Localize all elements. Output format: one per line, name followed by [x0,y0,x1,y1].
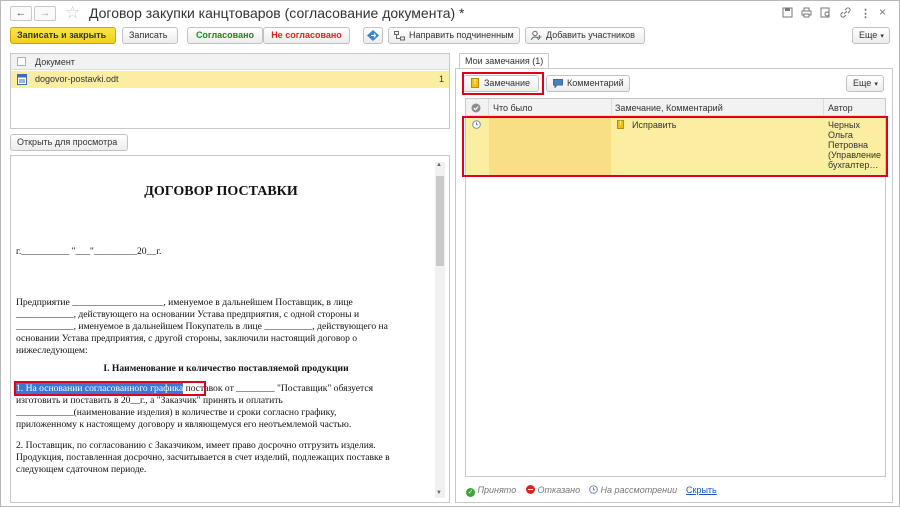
doc-item1-line: приложенному к настоящему договору и явл… [16,419,352,430]
doc-scrollbar[interactable]: ▲ ▼ [435,162,445,498]
legend-accepted: ✓ Принято [466,485,516,497]
save-close-button[interactable]: Записать и закрыть [10,27,116,44]
document-name: dogovor-postavki.odt [35,74,119,84]
legend-review-label: На рассмотрении [600,485,678,495]
column-header-author: Автор [828,103,853,113]
select-all-checkbox[interactable] [17,57,26,66]
remarks-table-header: Что было Замечание, Комментарий Автор [466,99,885,116]
comment-icon [553,79,563,88]
not-approved-button[interactable]: Не согласовано [263,27,350,44]
doc-section-title: I. Наименование и количество поставляемо… [103,363,349,374]
hide-legend-link[interactable]: Скрыть [686,485,717,495]
highlight-frame [14,381,206,396]
scroll-up-icon[interactable]: ▲ [436,162,442,168]
chevron-down-icon: ▾ [880,33,884,40]
remark-button-frame [462,72,544,95]
doc-scrollbar-thumb[interactable] [436,176,444,266]
toolbar: Записать и закрыть Записать Согласовано … [1,27,899,49]
legend-rejected: Отказано [526,485,580,495]
doc-item1-line: изготовить и поставить в 20__г., а "Зака… [16,395,283,406]
scroll-down-icon[interactable]: ▼ [436,490,442,496]
doc-para-line: нижеследующем: [16,345,88,356]
doc-item2-line: 2. Поставщик, по согласованию с Заказчик… [16,440,376,451]
forward-arrow-icon[interactable]: → [34,6,56,21]
remarks-panel: ! Замечание Комментарий Еще ▾ Что было За… [455,68,893,503]
route-arrow-button[interactable] [363,27,383,44]
documents-table-header: Документ [11,54,449,70]
rejected-minus-icon [526,485,535,494]
document-column-header: Документ [35,57,75,67]
close-icon[interactable]: × [879,5,886,19]
title-bar: ← → ☆ Договор закупки канцтоваров (согла… [1,1,899,25]
hierarchy-icon [394,31,405,41]
save-button[interactable]: Записать [122,27,178,44]
remarks-more-button[interactable]: Еще ▾ [846,75,884,92]
doc-item1-line: ____________(наименование изделия) в кол… [16,407,337,418]
column-header-remark: Замечание, Комментарий [615,103,723,113]
column-header-was: Что было [493,103,533,113]
document-file-icon [17,74,27,85]
preview-icon[interactable] [820,7,831,21]
remarks-more-label: Еще [853,78,872,88]
back-arrow-icon[interactable]: ← [10,6,32,21]
save-icon[interactable] [782,7,793,21]
doc-para-line: ____________, действующего на основании … [16,309,360,320]
window: ← → ☆ Договор закупки канцтоваров (согла… [0,0,900,507]
legend-accepted-label: Принято [477,485,517,495]
accepted-check-icon: ✓ [466,488,475,497]
documents-table: Документ dogovor-postavki.odt 1 [10,53,450,129]
add-participants-button[interactable]: Добавить участников [525,27,645,44]
doc-title: ДОГОВОР ПОСТАВКИ [144,184,298,199]
add-participants-label: Добавить участников [546,30,635,40]
document-preview: ДОГОВОР ПОСТАВКИ г.__________ "___"_____… [10,155,450,503]
doc-para-line: основании Устава предприятия, с другой с… [16,333,358,344]
more-button[interactable]: Еще ▾ [852,27,890,44]
doc-item1-rest: поставок от ________ "Поставщик" обязует… [183,383,374,394]
diamond-arrow-icon [367,30,379,41]
clock-icon [589,485,598,494]
add-comment-label: Комментарий [567,78,624,88]
legend-review: На рассмотрении [589,485,677,495]
doc-item2-line: следующем сдаточном периоде. [16,464,147,475]
approved-button[interactable]: Согласовано [187,27,263,44]
doc-date-line: г.__________ "___"_________20__г. [16,246,162,257]
doc-para-line: Предприятие ___________________, именуем… [16,297,353,308]
status-check-icon [471,103,481,113]
remark-row-frame [462,116,888,177]
chevron-down-icon: ▾ [874,81,878,88]
favorite-star-icon[interactable]: ☆ [65,3,80,23]
doc-para-line: ____________, именуемое в дальнейшем Пок… [16,321,388,332]
document-count: 1 [439,74,445,84]
remarks-table: Что было Замечание, Комментарий Автор ! … [462,98,888,477]
print-icon[interactable] [801,7,812,21]
add-comment-button[interactable]: Комментарий [546,75,630,92]
send-subordinate-label: Направить подчиненным [409,30,514,40]
table-row[interactable]: dogovor-postavki.odt 1 [11,71,449,88]
link-icon[interactable] [840,7,851,21]
legend-rejected-label: Отказано [537,485,581,495]
doc-item2-line: Продукция, поставленная досрочно, засчит… [16,452,390,463]
tab-my-remarks[interactable]: Мои замечания (1) [459,53,550,69]
more-label: Еще [859,30,878,40]
open-for-view-button[interactable]: Открыть для просмотра [10,134,128,151]
send-subordinate-button[interactable]: Направить подчиненным [388,27,520,44]
window-title: Договор закупки канцтоваров (согласовани… [89,5,465,21]
add-user-icon [531,30,542,41]
more-vert-icon[interactable]: ⋮ [860,7,871,20]
